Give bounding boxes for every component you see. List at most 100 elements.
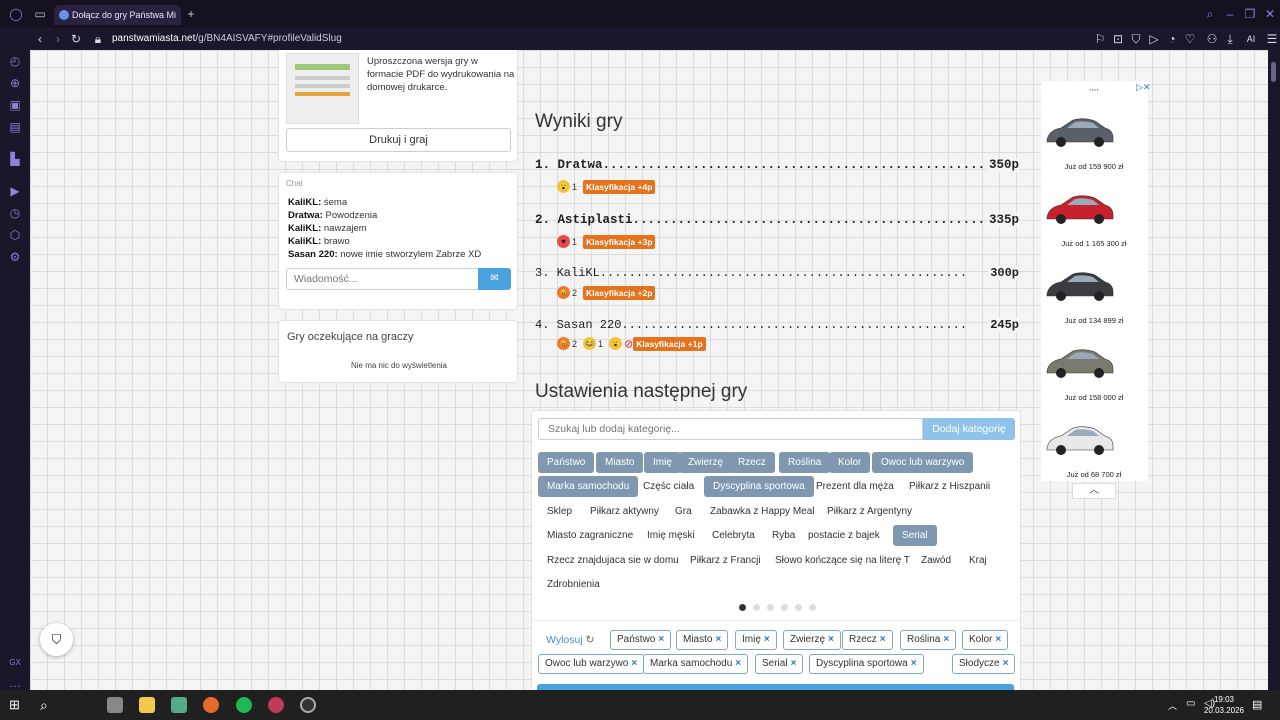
adchoices-icon[interactable]: ▷✕ (1136, 82, 1150, 93)
selected-category-chip[interactable]: Słodycze × (952, 654, 1016, 674)
remove-icon[interactable]: × (791, 658, 797, 669)
category-tag[interactable]: Owoc lub warzywo (872, 452, 974, 473)
category-search-input[interactable] (538, 418, 923, 440)
category-tag[interactable]: Piłkarz z Argentyny (818, 501, 921, 522)
category-tag[interactable]: Kolor (829, 452, 871, 473)
search-icon[interactable]: ⌕ (40, 697, 56, 713)
remove-icon[interactable]: × (658, 634, 664, 645)
heart-emoji-icon[interactable]: ♥ (557, 235, 570, 249)
opera-gx-icon[interactable] (268, 697, 284, 713)
twitch-icon[interactable]: ▙ (7, 152, 23, 166)
settings-icon[interactable]: ⚙ (7, 250, 23, 264)
wallet-icon[interactable]: ◔ (1164, 32, 1180, 46)
start-icon[interactable]: ⊞ (9, 697, 25, 713)
pager-dot[interactable] (753, 604, 760, 611)
app-icon[interactable] (300, 697, 316, 713)
block-icon[interactable]: ⊘ (624, 338, 633, 350)
selected-category-chip[interactable]: Państwo × (610, 630, 672, 650)
gx-cleaner-icon[interactable]: ⊕ (7, 76, 23, 90)
car-price[interactable]: Już od 159 900 zł (1041, 162, 1147, 171)
scrollbar[interactable] (1268, 50, 1280, 690)
car-price[interactable]: Już od 134 899 zł (1041, 316, 1147, 325)
remove-icon[interactable]: × (880, 634, 886, 645)
player-icon[interactable]: ▷ (1146, 32, 1162, 46)
snapshot-icon[interactable]: ⊡ (1110, 32, 1126, 46)
back-icon[interactable]: ‹ (32, 32, 48, 46)
print-button[interactable]: Drukuj i graj (286, 128, 511, 152)
car-image[interactable] (1043, 189, 1115, 229)
active-tab[interactable]: Dołącz do gry Państwa Mi (54, 5, 181, 25)
surprised-emoji-icon[interactable]: 😮 (609, 337, 623, 351)
chat-send-button[interactable]: ✉ (478, 268, 511, 290)
random-button[interactable]: Wylosuj ↻ (546, 634, 594, 646)
category-tag[interactable]: Imię (644, 452, 681, 473)
opera-logo-icon[interactable]: ◯ (8, 7, 24, 21)
category-tag[interactable]: postacie z bajek (799, 525, 889, 546)
scrollbar-thumb[interactable] (1271, 62, 1276, 82)
gx-control-icon[interactable]: ◴ (7, 54, 23, 68)
angry-emoji-icon[interactable]: 😡 (557, 286, 570, 300)
category-tag[interactable]: Piłkarz z Francji (681, 550, 770, 571)
download-icon[interactable]: ⤓ (1222, 32, 1238, 46)
selected-category-chip[interactable]: Imię × (735, 630, 777, 650)
category-tag[interactable]: Rzecz (729, 452, 775, 473)
bookmark-icon[interactable]: ⚐ (1092, 32, 1108, 46)
category-tag[interactable]: Dyscyplina sportowa (704, 476, 814, 497)
privacy-shield-button[interactable]: ⛉ (40, 623, 73, 656)
reload-icon[interactable]: ↻ (68, 32, 84, 46)
tab-islands-icon[interactable]: ▭ (32, 7, 48, 21)
selected-category-chip[interactable]: Zwierzę × (783, 630, 841, 650)
selected-category-chip[interactable]: Dyscyplina sportowa × (809, 654, 924, 674)
shield-icon[interactable]: ⛉ (1128, 32, 1144, 46)
close-window-icon[interactable]: ✕ (1262, 7, 1278, 21)
category-tag[interactable]: Miasto (596, 452, 644, 473)
category-tag[interactable]: Marka samochodu (538, 476, 639, 497)
remove-icon[interactable]: × (631, 658, 637, 669)
car-image[interactable] (1043, 343, 1115, 383)
car-price[interactable]: Już od 158 000 zł (1041, 393, 1147, 402)
selected-category-chip[interactable]: Miasto × (676, 630, 729, 650)
forward-icon[interactable]: › (50, 32, 66, 46)
clock[interactable]: 19:03 20.03.2026 (1204, 694, 1244, 716)
category-tag[interactable]: Kraj (960, 550, 996, 571)
history-icon[interactable]: ◷ (7, 206, 23, 220)
remove-icon[interactable]: × (1003, 658, 1009, 669)
category-tag[interactable]: Sklep (538, 501, 581, 522)
news-icon[interactable]: ▤ (7, 120, 23, 134)
category-tag[interactable]: Piłkarz aktywny (581, 501, 668, 522)
category-tag[interactable]: Zawód (912, 550, 960, 571)
collapse-ad-button[interactable]: ︿ (1072, 483, 1116, 499)
category-tag[interactable]: Piłkarz z Hiszpanii (900, 476, 999, 497)
pager-dot[interactable] (767, 604, 774, 611)
car-image[interactable] (1043, 112, 1115, 152)
selected-category-chip[interactable]: Kolor × (962, 630, 1009, 650)
remove-icon[interactable]: × (764, 634, 770, 645)
heart-icon[interactable]: ♡ (1182, 32, 1198, 46)
profile-icon[interactable]: ⚇ (1204, 32, 1220, 46)
selected-category-chip[interactable]: Marka samochodu × (643, 654, 749, 674)
minimize-icon[interactable]: – (1222, 7, 1238, 21)
calculator-icon[interactable] (171, 697, 187, 713)
more-icon[interactable]: … (7, 676, 23, 690)
selected-category-chip[interactable]: Owoc lub warzywo × (538, 654, 645, 674)
category-tag[interactable]: Częśc ciała (634, 476, 703, 497)
category-tag[interactable]: Celebryta (703, 525, 764, 546)
category-tag[interactable]: Zabawka z Happy Meal (701, 501, 824, 522)
search-tabs-icon[interactable]: ⌕ (1202, 7, 1218, 21)
pager-dot[interactable] (795, 604, 802, 611)
menu-icon[interactable]: ☰ (1264, 32, 1280, 46)
category-tag[interactable]: Gra (666, 501, 701, 522)
selected-category-chip[interactable]: Rzecz × (842, 630, 893, 650)
pager-dot-active[interactable] (739, 604, 746, 611)
file-explorer-icon[interactable] (139, 697, 155, 713)
remove-icon[interactable]: × (715, 634, 721, 645)
extensions-icon[interactable]: ⬡ (7, 228, 23, 242)
url-field[interactable]: panstwamiasta.net/g/BN4AISVAFY#profileVa… (112, 33, 342, 44)
category-tag[interactable]: Prezent dla męża (807, 476, 903, 497)
selected-category-chip[interactable]: Serial × (755, 654, 804, 674)
remove-icon[interactable]: × (735, 658, 741, 669)
remove-icon[interactable]: × (943, 634, 949, 645)
category-tag[interactable]: Rzecz znajdujaca sie w domu (538, 550, 688, 571)
category-tag[interactable]: Serial (893, 525, 937, 546)
category-tag[interactable]: Zwierzę (679, 452, 733, 473)
